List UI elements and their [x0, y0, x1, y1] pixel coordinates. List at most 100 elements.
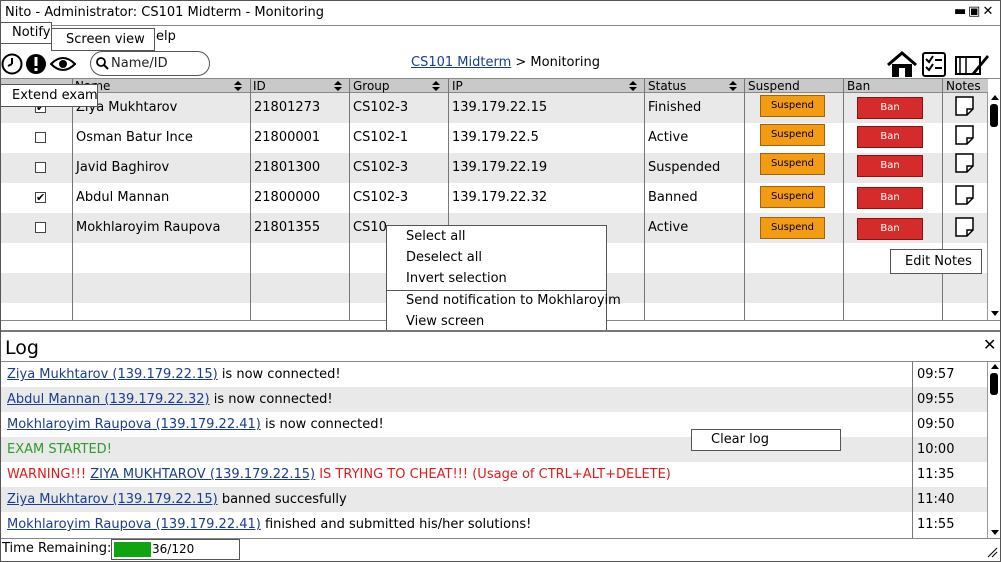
- window-title: Nito - Administrator: CS101 Midterm - Mo…: [5, 5, 324, 20]
- student-status: Active: [648, 130, 689, 145]
- sort-ip-icon[interactable]: [628, 80, 638, 92]
- progress-text: 36/120: [152, 542, 195, 556]
- context-invert-selection[interactable]: Invert selection: [406, 271, 507, 286]
- log-message: is now connected!: [209, 392, 333, 407]
- student-id: 21801300: [254, 160, 321, 175]
- sort-status-icon[interactable]: [728, 80, 738, 92]
- ban-button[interactable]: Ban: [857, 187, 923, 209]
- progress-fill: [114, 542, 151, 557]
- column-divider: [843, 79, 844, 320]
- suspend-button[interactable]: Suspend: [760, 217, 825, 239]
- row-checkbox[interactable]: ✔: [35, 192, 46, 203]
- title-bar: Nito - Administrator: CS101 Midterm - Mo…: [0, 0, 1001, 26]
- alert-icon[interactable]: [25, 53, 47, 75]
- student-group: CS102-3: [353, 160, 409, 175]
- context-view-screen[interactable]: View screen: [406, 314, 484, 329]
- column-header-id[interactable]: ID: [253, 79, 266, 93]
- student-name: Abdul Mannan: [76, 190, 170, 205]
- student-name: Javid Baghirov: [76, 160, 170, 175]
- note-icon[interactable]: [955, 96, 974, 116]
- notify-tooltip-text: Notify: [12, 25, 51, 40]
- note-icon[interactable]: [955, 217, 974, 237]
- log-student-link[interactable]: Ziya Mukhtarov (139.179.22.15): [7, 367, 218, 382]
- close-window-button[interactable]: ✕: [982, 4, 994, 20]
- student-group: CS10: [353, 220, 387, 235]
- context-menu: Select all Deselect all Invert selection…: [386, 225, 621, 332]
- sort-id-icon[interactable]: [333, 80, 343, 92]
- log-time: 09:55: [917, 392, 955, 407]
- menu-help[interactable]: elp: [156, 29, 176, 44]
- suspend-button[interactable]: Suspend: [760, 95, 825, 117]
- log-time: 11:55: [917, 517, 955, 532]
- row-checkbox[interactable]: [35, 132, 46, 143]
- scroll-up-icon[interactable]: [990, 363, 1000, 371]
- minimize-button[interactable]: ▬: [954, 4, 966, 20]
- log-time: 10:00: [917, 442, 955, 457]
- note-icon[interactable]: [955, 125, 974, 145]
- log-warning: WARNING!!! ZIYA MUKHTAROV (139.179.22.15…: [7, 467, 671, 482]
- note-icon[interactable]: [955, 153, 974, 173]
- note-icon[interactable]: [955, 185, 974, 205]
- log-warning-prefix: WARNING!!!: [7, 467, 91, 482]
- ban-button[interactable]: Ban: [857, 97, 923, 119]
- log-message: is now connected!: [260, 417, 384, 432]
- student-ip: 139.179.22.15: [452, 100, 548, 115]
- ban-button[interactable]: Ban: [857, 155, 923, 177]
- student-status: Finished: [648, 100, 702, 115]
- log-title: Log: [5, 337, 39, 359]
- column-divider: [349, 79, 350, 320]
- context-deselect-all[interactable]: Deselect all: [406, 250, 482, 265]
- table-row[interactable]: ✔ Abdul Mannan 21800000 CS102-3 139.179.…: [0, 183, 988, 213]
- sort-name-icon[interactable]: [233, 80, 243, 92]
- home-icon[interactable]: [886, 51, 918, 78]
- column-header-status[interactable]: Status: [648, 79, 686, 93]
- breadcrumb-root-link[interactable]: CS101 Midterm: [411, 55, 511, 70]
- log-scroll-thumb[interactable]: [990, 373, 998, 395]
- column-divider: [744, 79, 745, 320]
- eye-icon[interactable]: [50, 55, 76, 73]
- scroll-down-icon[interactable]: [990, 309, 1000, 317]
- table-row[interactable]: Osman Batur Ince 21800001 CS102-1 139.17…: [0, 123, 988, 153]
- ban-button[interactable]: Ban: [857, 218, 923, 240]
- edit-icon[interactable]: [954, 51, 990, 78]
- suspend-button[interactable]: Suspend: [760, 124, 825, 146]
- table-scroll-thumb[interactable]: [990, 104, 998, 127]
- log-student-link[interactable]: Mokhlaroyim Raupova (139.179.22.41): [7, 517, 261, 532]
- table-row[interactable]: ✔ Ziya Mukhtarov 21801273 CS102-3 139.17…: [0, 93, 988, 123]
- column-header-group[interactable]: Group: [353, 79, 390, 93]
- log-student-link[interactable]: Mokhlaroyim Raupova (139.179.22.41): [7, 417, 261, 432]
- row-checkbox[interactable]: [35, 162, 46, 173]
- log-time-divider: [912, 362, 913, 538]
- context-select-all[interactable]: Select all: [406, 229, 465, 244]
- log-student-link[interactable]: ZIYA MUKHTAROV (139.179.22.15): [90, 467, 315, 482]
- scroll-up-icon[interactable]: [990, 94, 1000, 102]
- log-splitter[interactable]: [0, 330, 1001, 332]
- row-checkbox[interactable]: [35, 222, 46, 233]
- log-scrollbar[interactable]: [987, 362, 1001, 538]
- log-entry: Ziya Mukhtarov (139.179.22.15) banned su…: [0, 487, 988, 512]
- context-send-notification[interactable]: Send notification to Mokhlaroyim: [406, 293, 621, 308]
- log-close-button[interactable]: ✕: [983, 335, 996, 354]
- column-divider: [942, 79, 943, 320]
- clock-icon[interactable]: [1, 53, 23, 75]
- restore-button[interactable]: ▣: [968, 4, 980, 20]
- clear-log-menu-item[interactable]: Clear log: [691, 429, 841, 451]
- table-row[interactable]: Javid Baghirov 21801300 CS102-3 139.179.…: [0, 153, 988, 183]
- scroll-down-icon[interactable]: [990, 528, 1000, 536]
- log-time: 11:35: [917, 467, 955, 482]
- log-entry-text: Ziya Mukhtarov (139.179.22.15) is now co…: [7, 367, 341, 382]
- sort-group-icon[interactable]: [431, 80, 441, 92]
- ban-button[interactable]: Ban: [857, 126, 923, 148]
- log-student-link[interactable]: Abdul Mannan (139.179.22.32): [7, 392, 210, 407]
- suspend-button[interactable]: Suspend: [760, 153, 825, 175]
- suspend-button[interactable]: Suspend: [760, 186, 825, 208]
- column-divider: [644, 79, 645, 320]
- checklist-icon[interactable]: [921, 51, 949, 78]
- search-input[interactable]: Name/ID: [90, 51, 210, 76]
- column-header-ip[interactable]: IP: [452, 79, 463, 93]
- resize-grip-icon[interactable]: [986, 546, 998, 558]
- log-time: 11:40: [917, 492, 955, 507]
- log-student-link[interactable]: Ziya Mukhtarov (139.179.22.15): [7, 492, 218, 507]
- log-message: is now connected!: [217, 367, 341, 382]
- table-scrollbar[interactable]: [987, 93, 1001, 320]
